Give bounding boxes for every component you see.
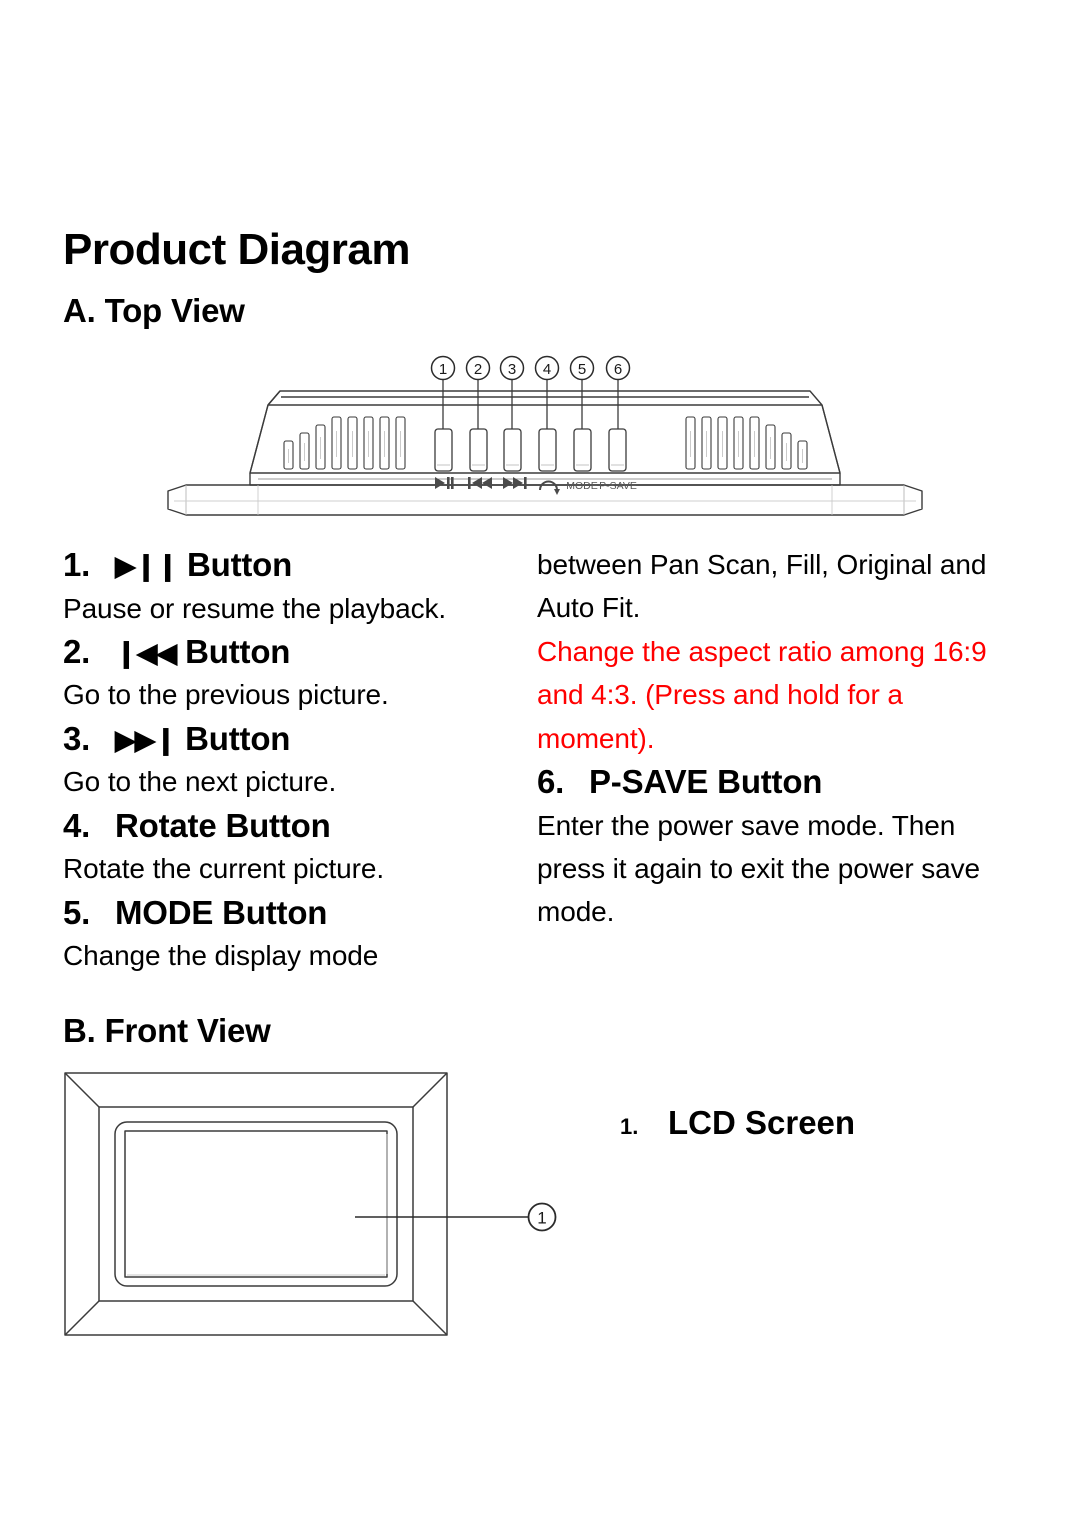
- svg-text:1: 1: [439, 361, 447, 378]
- text-column-left: 1. ▶❙❙ Button Pause or resume the playback…: [63, 543, 518, 978]
- item-2-label: Button: [185, 632, 291, 670]
- aspect-ratio-annotation: Change the aspect ratio among 16:9 and 4…: [537, 635, 987, 754]
- item-1-number: 1.: [63, 546, 91, 583]
- text-column-right: between Pan Scan, Fill, Original and Aut…: [537, 543, 992, 934]
- front-view-figure: 1: [55, 1062, 585, 1352]
- item-5-label: MODE Button: [115, 893, 328, 931]
- item-4-label: Rotate Button: [115, 806, 331, 844]
- item-2-number: 2.: [63, 632, 91, 670]
- item-5-body: Change the display mode: [63, 940, 379, 972]
- item-4-number: 4.: [63, 806, 91, 844]
- top-view-callouts: 1 2 3 4 5 6: [430, 355, 631, 381]
- page-title: Product Diagram: [63, 225, 411, 274]
- item-4-body: Rotate the current picture.: [63, 853, 385, 885]
- item-3-number: 3.: [63, 719, 91, 757]
- next-icon: ▶▶❙: [115, 724, 177, 755]
- svg-text:4: 4: [543, 361, 551, 378]
- item-1-heading: 1. ▶❙❙ Button: [63, 543, 518, 587]
- svg-text:2: 2: [474, 361, 482, 378]
- item-3-heading: 3. ▶▶❙ Button: [63, 717, 518, 761]
- device-label-mode: MODE: [566, 480, 598, 492]
- item-2-heading: 2. ❙◀◀ Button: [63, 630, 518, 674]
- item-1-label: Button: [187, 546, 293, 583]
- item-5-heading: 5. MODE Button: [63, 891, 518, 935]
- play-pause-icon: ▶❙❙: [115, 551, 179, 581]
- svg-text:5: 5: [578, 361, 586, 378]
- item-2-body: Go to the previous picture.: [63, 679, 389, 711]
- svg-text:3: 3: [508, 361, 516, 378]
- lcd-screen-callout-label: 1. LCD Screen: [620, 1104, 855, 1142]
- item-3-body: Go to the next picture.: [63, 766, 337, 798]
- lcd-screen-number: 1.: [620, 1114, 639, 1139]
- front-view-callout-1: 1: [527, 1202, 557, 1232]
- svg-text:1: 1: [537, 1209, 546, 1228]
- item-6-heading: 6. P-SAVE Button: [537, 760, 992, 804]
- item-1-body: Pause or resume the playback.: [63, 592, 447, 624]
- manual-page: Product Diagram A. Top View MODE P-SAVE …: [0, 0, 1080, 1528]
- top-view-figure: MODE P-SAVE 1 2 3 4 5 6: [150, 345, 940, 530]
- svg-text:6: 6: [614, 361, 622, 378]
- section-heading-top-view: A. Top View: [63, 292, 245, 329]
- item-5-number: 5.: [63, 893, 91, 931]
- mode-button-continuation: between Pan Scan, Fill, Original and Aut…: [537, 549, 987, 624]
- device-label-psave: P-SAVE: [599, 480, 637, 492]
- item-6-body: Enter the power save mode. Then press it…: [537, 809, 980, 928]
- lcd-screen-text: LCD Screen: [668, 1104, 856, 1141]
- item-6-label: P-SAVE Button: [589, 762, 823, 800]
- previous-icon: ❙◀◀: [115, 637, 177, 668]
- item-6-number: 6.: [537, 762, 565, 800]
- section-heading-front-view: B. Front View: [63, 1012, 271, 1049]
- item-4-heading: 4. Rotate Button: [63, 804, 518, 848]
- item-3-label: Button: [185, 719, 291, 757]
